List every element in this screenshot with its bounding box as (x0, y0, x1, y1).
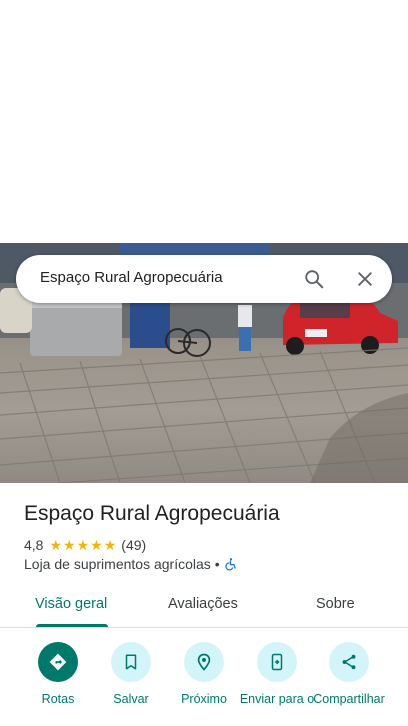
star-icon: ★ (63, 537, 76, 553)
action-bar: Rotas Salvar Próximo Enviar para o Compa… (0, 640, 408, 726)
share-icon (329, 642, 369, 682)
wheelchair-accessible-icon (224, 557, 238, 571)
send-to-phone-icon (257, 642, 297, 682)
bookmark-icon (111, 642, 151, 682)
nearby-label: Próximo (181, 692, 227, 706)
close-icon[interactable] (351, 265, 379, 293)
separator: • (214, 556, 220, 572)
star-icon: ★ (103, 537, 117, 553)
tab-reviews[interactable]: Avaliações (168, 596, 238, 612)
active-tab-indicator (36, 624, 108, 627)
place-title: Espaço Rural Agropecuária (24, 502, 280, 525)
category-row: Loja de suprimentos agrícolas • (24, 556, 238, 572)
directions-label: Rotas (41, 692, 75, 706)
rating-value: 4,8 (24, 537, 44, 553)
save-label: Salvar (113, 692, 149, 706)
search-input[interactable]: Espaço Rural Agropecuária (40, 269, 223, 286)
rating-stars: ★ ★ ★ ★ ★ (49, 538, 117, 552)
directions-button[interactable]: Rotas (18, 642, 98, 707)
star-icon: ★ (76, 537, 90, 553)
directions-icon (38, 642, 78, 682)
place-category: Loja de suprimentos agrícolas (24, 556, 211, 572)
send-to-phone-label: Enviar para o (239, 692, 315, 706)
nearby-button[interactable]: Próximo (164, 642, 244, 707)
tab-bar: Visão geral Avaliações Sobre (0, 586, 408, 628)
star-icon: ★ (49, 537, 63, 553)
review-count: (49) (121, 537, 147, 553)
tab-about[interactable]: Sobre (316, 596, 355, 612)
save-button[interactable]: Salvar (91, 642, 171, 707)
share-button[interactable]: Compartilhar (309, 642, 389, 707)
tab-overview[interactable]: Visão geral (35, 596, 107, 612)
rating-row[interactable]: 4,8 ★ ★ ★ ★ ★ (49) (24, 536, 146, 554)
nearby-icon (184, 642, 224, 682)
search-icon[interactable] (300, 265, 328, 293)
search-bar[interactable]: Espaço Rural Agropecuária (16, 255, 392, 303)
share-label: Compartilhar (313, 692, 385, 706)
map-blank-area (0, 0, 408, 243)
star-icon: ★ (90, 537, 103, 553)
send-to-phone-button[interactable]: Enviar para o (237, 642, 317, 707)
